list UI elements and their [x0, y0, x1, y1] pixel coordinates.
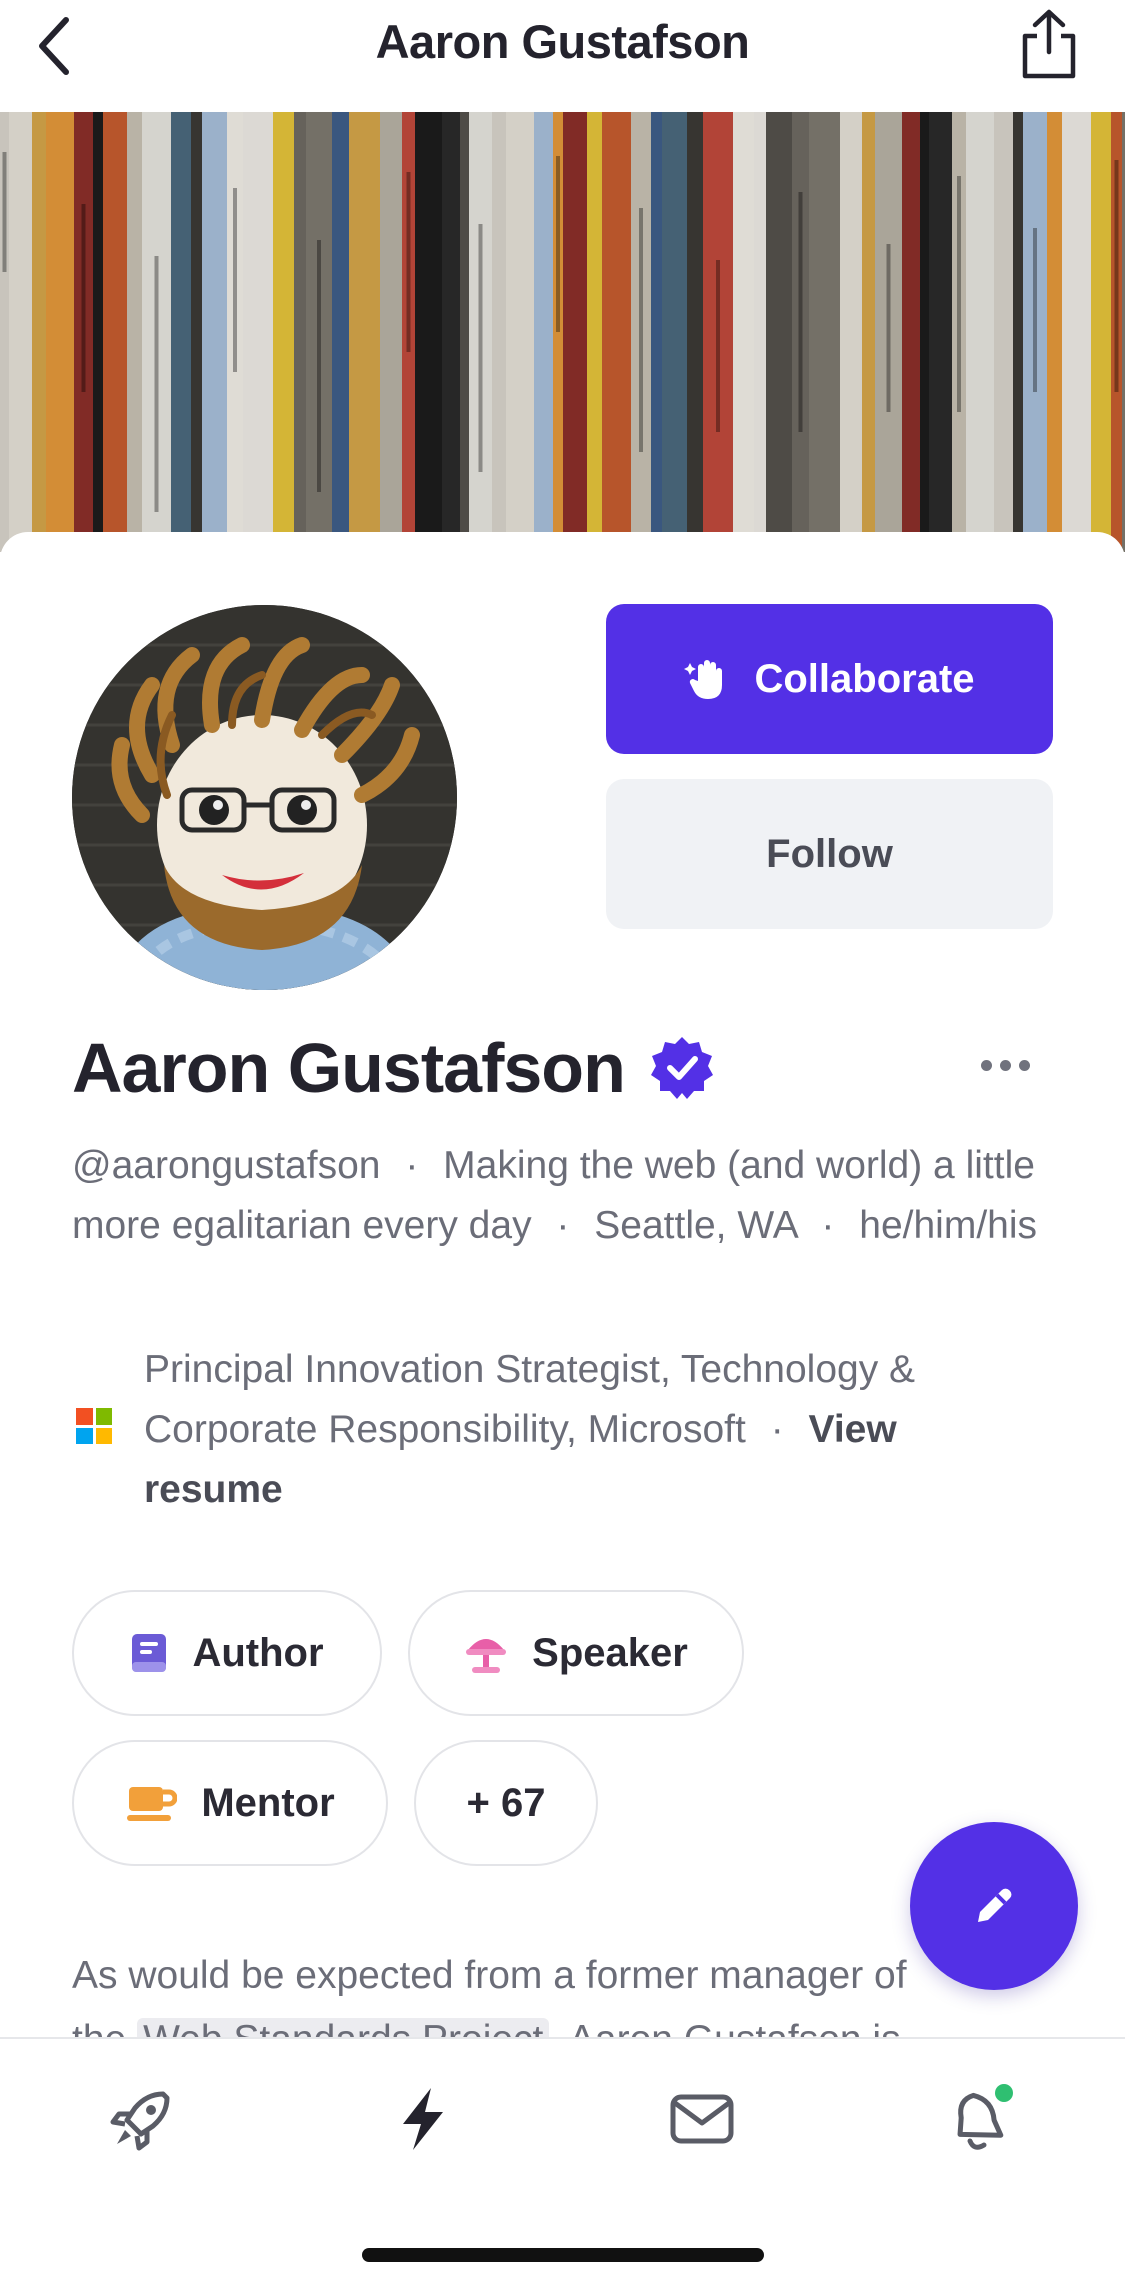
tag-label: Speaker	[532, 1630, 688, 1675]
follow-label: Follow	[766, 831, 893, 876]
profile-job: Principal Innovation Strategist, Technol…	[72, 1340, 1062, 1520]
crochet-doll-avatar-image	[72, 605, 457, 990]
separator: ·	[405, 1144, 419, 1187]
profile-pronouns: he/him/his	[859, 1204, 1038, 1247]
profile-about-text: As would be expected from a former manag…	[72, 1944, 1072, 2044]
tab-messages[interactable]	[662, 2079, 742, 2159]
follow-button[interactable]: Follow	[606, 779, 1053, 929]
profile-location: Seattle, WA	[594, 1204, 797, 1247]
bottom-tab-bar	[0, 2037, 1125, 2284]
lightning-icon	[403, 2088, 443, 2150]
book-icon	[132, 1634, 167, 1672]
top-navigation-bar: Aaron Gustafson	[0, 0, 1125, 112]
home-indicator	[362, 2248, 764, 2262]
profile-name-text: Aaron Gustafson	[72, 1029, 626, 1107]
tab-notifications[interactable]	[942, 2079, 1022, 2159]
dot-icon	[1018, 1059, 1030, 1071]
separator: ·	[770, 1408, 784, 1451]
podium-icon	[466, 1639, 507, 1673]
collaborate-label: Collaborate	[754, 656, 975, 701]
tag-speaker[interactable]: Speaker	[408, 1590, 744, 1716]
profile-avatar[interactable]	[72, 605, 457, 990]
compose-button[interactable]	[910, 1822, 1078, 1990]
tab-activity[interactable]	[383, 2079, 463, 2159]
tag-more-label: + 67	[466, 1780, 546, 1825]
share-button[interactable]	[1017, 6, 1081, 82]
collaborate-button[interactable]: Collaborate	[606, 604, 1053, 754]
tab-discover[interactable]	[102, 2079, 182, 2159]
microsoft-logo-icon	[76, 1408, 112, 1444]
separator: ·	[556, 1204, 570, 1247]
verified-badge-icon	[650, 1037, 713, 1099]
envelope-icon	[670, 2094, 734, 2144]
coffee-cup-icon	[127, 1787, 178, 1821]
bell-icon	[957, 2084, 1013, 2150]
profile-banner-image	[0, 112, 1125, 552]
tag-label: Mentor	[201, 1780, 335, 1825]
tag-more-button[interactable]: + 67	[414, 1740, 598, 1866]
banner-shade	[0, 112, 1125, 552]
rocket-icon	[110, 2091, 170, 2151]
share-icon	[1022, 9, 1076, 79]
more-options-button[interactable]	[970, 1040, 1040, 1090]
job-title: Principal Innovation Strategist, Technol…	[144, 1348, 916, 1451]
tag-label: Author	[192, 1630, 324, 1675]
raised-hand-sparkle-icon	[684, 660, 723, 699]
profile-name: Aaron Gustafson	[72, 1028, 715, 1108]
dot-icon	[999, 1059, 1011, 1071]
separator: ·	[821, 1204, 835, 1247]
page-title: Aaron Gustafson	[375, 15, 750, 68]
dot-icon	[980, 1059, 992, 1071]
pencil-icon	[978, 1888, 1012, 1922]
notification-dot	[995, 2084, 1013, 2102]
tag-mentor[interactable]: Mentor	[72, 1740, 388, 1866]
tag-author[interactable]: Author	[72, 1590, 382, 1716]
profile-bio: @aarongustafson · Making the web (and wo…	[72, 1136, 1062, 1256]
about-line-1: As would be expected from a former manag…	[72, 1954, 907, 1997]
profile-handle: @aarongustafson	[72, 1144, 381, 1187]
